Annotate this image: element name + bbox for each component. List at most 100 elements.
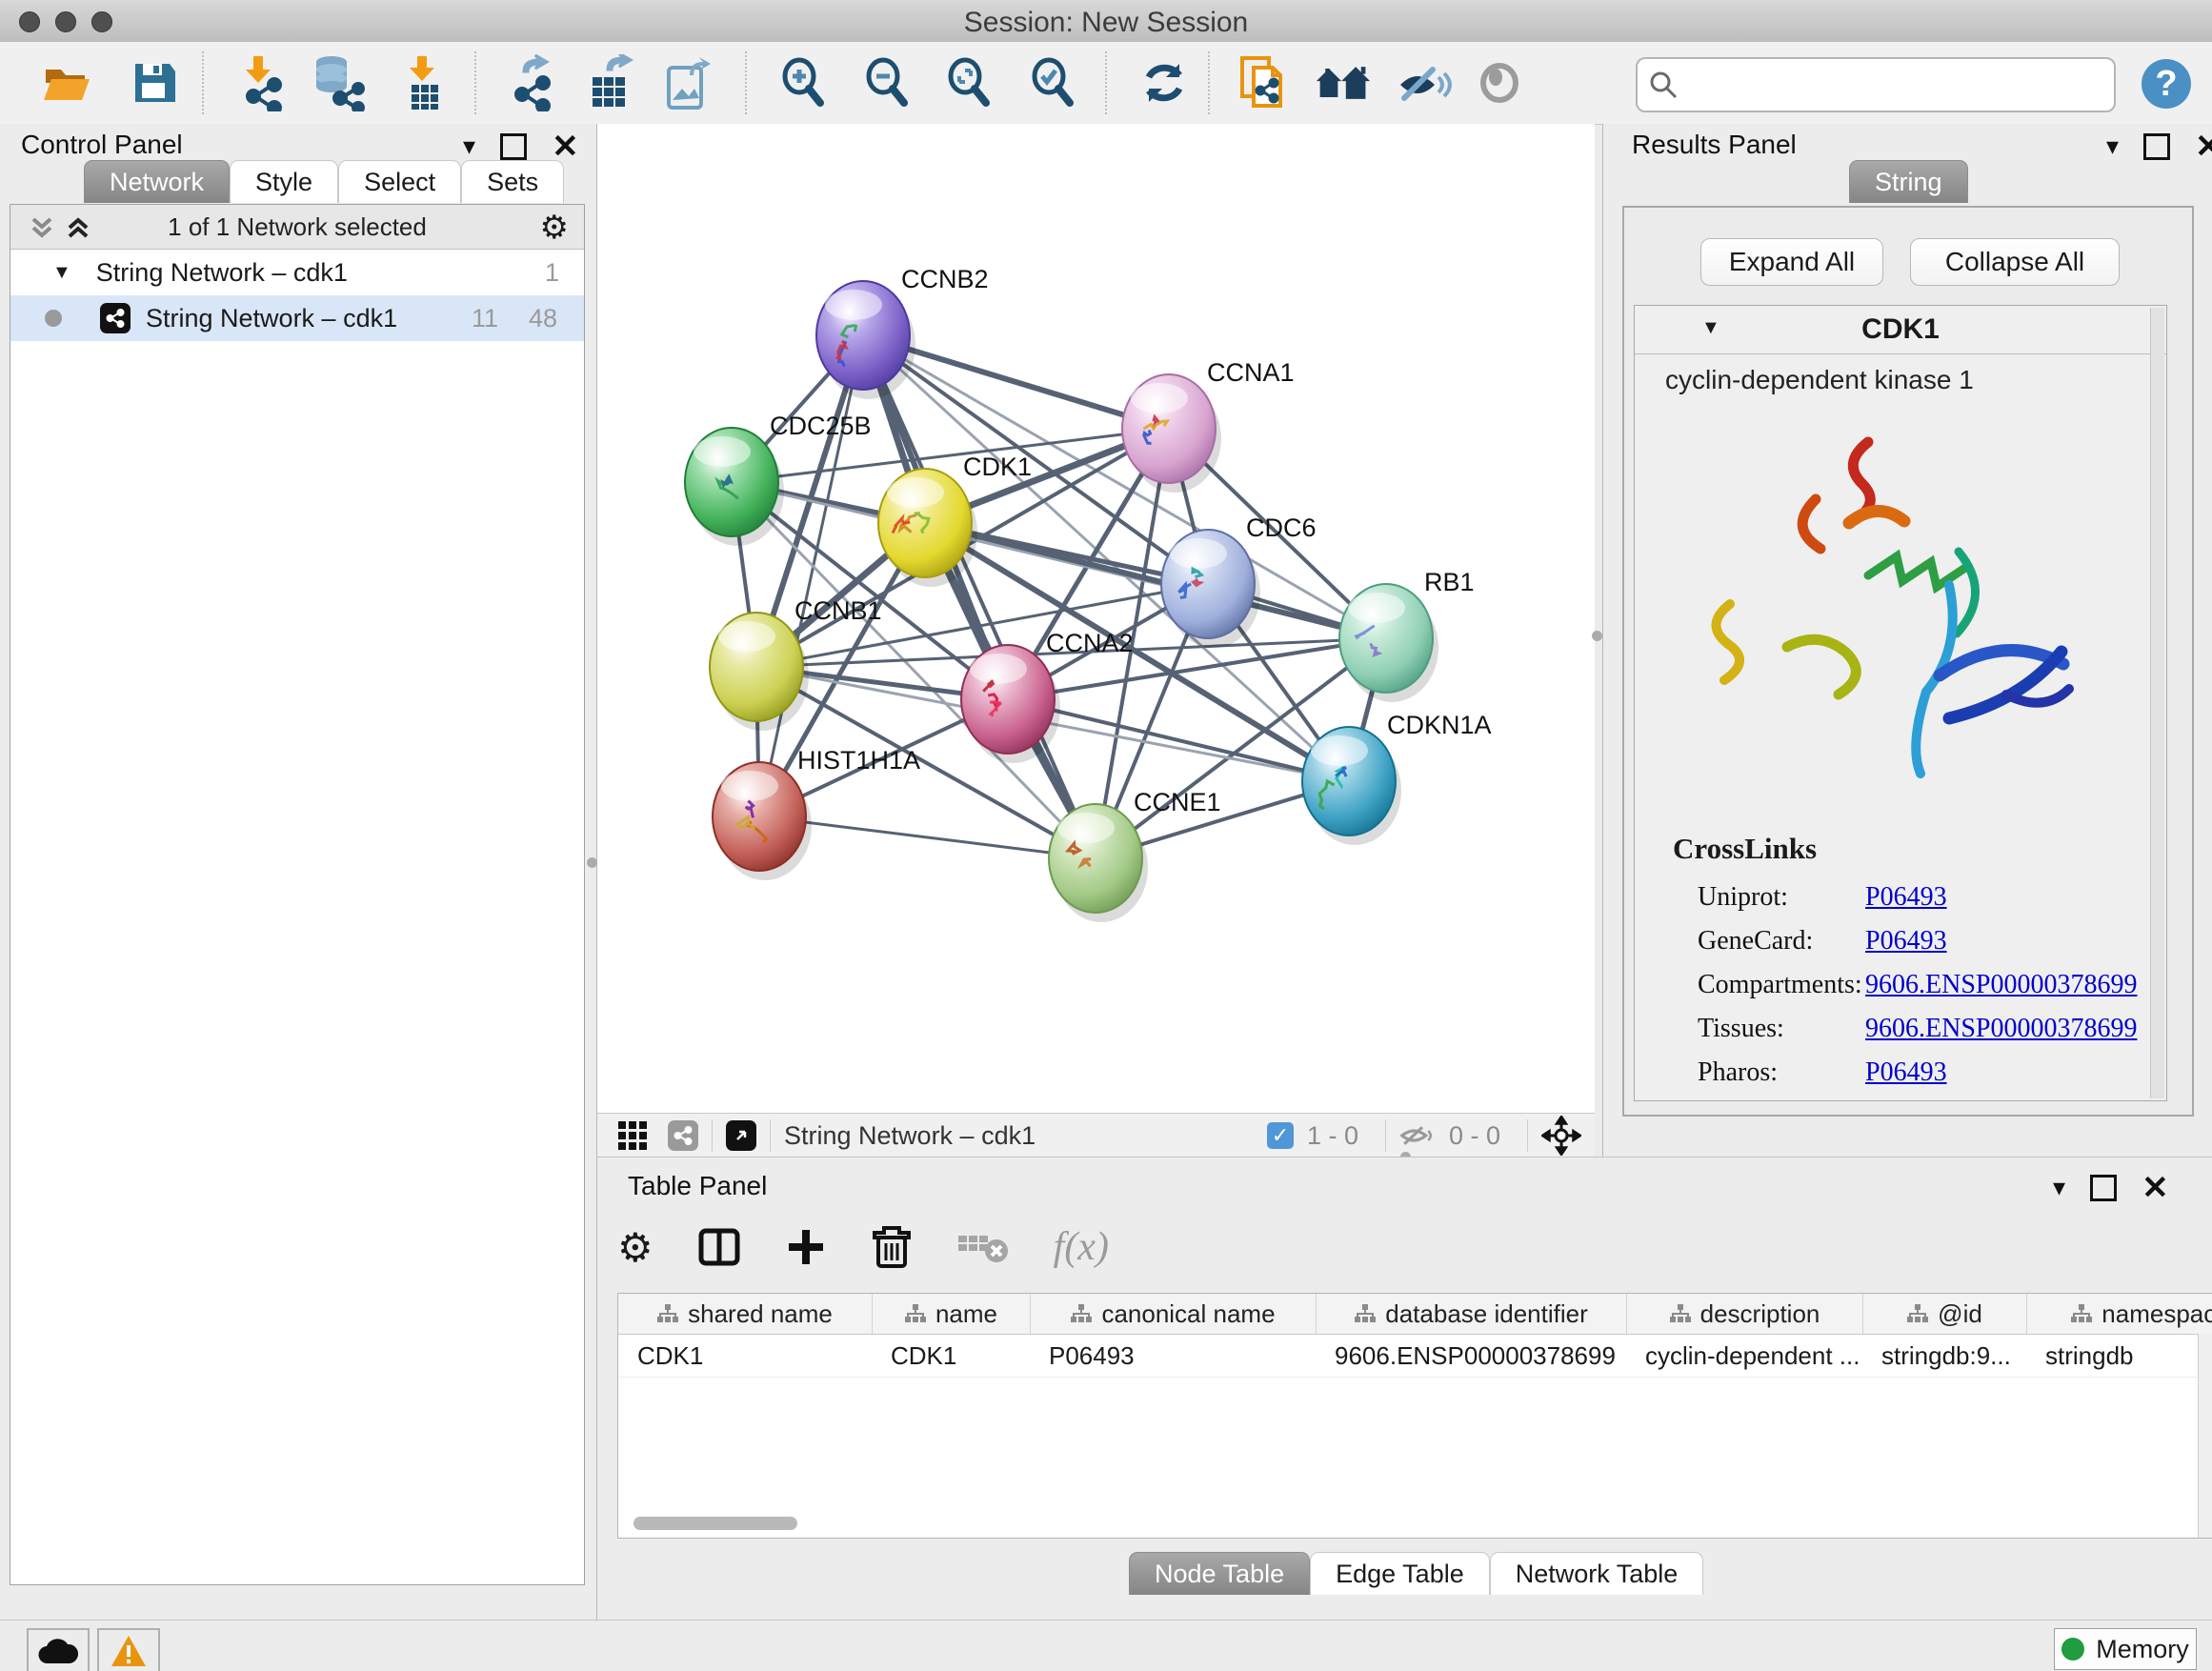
column-header-namespace[interactable]: namespace [2026,1294,2212,1334]
export-table-button[interactable] [583,54,640,111]
table-cell[interactable]: CDK1 [618,1335,872,1377]
open-session-button[interactable] [38,54,95,111]
crosslink-link[interactable]: P06493 [1865,1057,1947,1088]
hide-selected-button[interactable] [1397,54,1454,111]
column-header-canonical-name[interactable]: canonical name [1030,1294,1316,1334]
network-canvas[interactable]: CCNB2CCNA1CDC25BCDK1CDC6RB1CCNB1CCNA2CDK… [597,124,1595,1113]
zoom-out-button[interactable] [857,54,915,111]
tab-network-table[interactable]: Network Table [1490,1552,1704,1595]
tab-edge-table[interactable]: Edge Table [1310,1552,1490,1595]
table-cell[interactable]: stringdb:9... [1862,1335,2026,1377]
left-splitter-handle[interactable] [587,857,597,868]
maximize-panel-icon[interactable] [500,133,527,160]
detach-view-icon[interactable] [726,1120,756,1151]
clone-network-button[interactable] [1235,54,1292,111]
toolbar-search [1636,57,2116,112]
tab-select[interactable]: Select [338,160,461,203]
close-panel-icon[interactable]: ✕ [552,136,579,157]
network-node-ccnb2[interactable]: CCNB2 [816,265,989,399]
cdk1-section-header[interactable]: ▼ CDK1 [1635,306,2166,354]
column-header-description[interactable]: description [1626,1294,1862,1334]
network-edge[interactable] [863,335,1096,858]
collection-expand-icon[interactable]: ▼ [52,262,71,284]
node-table[interactable]: shared namenamecanonical namedatabase id… [617,1293,2212,1539]
main-toolbar: ? [0,42,2212,125]
search-input[interactable] [1689,70,2114,101]
network-node-ccna1[interactable]: CCNA1 [1122,358,1295,493]
refresh-view-button[interactable] [1136,54,1193,111]
maximize-panel-icon[interactable] [2143,133,2170,160]
tab-node-table[interactable]: Node Table [1129,1552,1310,1595]
delete-column-icon[interactable] [871,1224,913,1270]
crosslink-link[interactable]: P06493 [1865,926,1947,956]
birdseye-navigator-icon[interactable] [1541,1116,1581,1156]
crosslink-link[interactable]: 9606.ENSP00000378699 [1865,970,2137,1000]
float-panel-icon[interactable]: ▾ [2106,131,2119,161]
first-neighbors-button[interactable] [1315,54,1372,111]
network-edge[interactable] [925,523,1386,638]
network-node-cdkn1a[interactable]: CDKN1A [1302,711,1492,845]
tab-string[interactable]: String [1849,160,1968,203]
zoom-fit-button[interactable] [939,54,996,111]
help-button[interactable]: ? [2142,59,2191,109]
show-all-button[interactable] [1471,54,1528,111]
table-cell[interactable]: P06493 [1030,1335,1316,1377]
show-columns-icon[interactable] [697,1225,741,1269]
network-row[interactable]: String Network – cdk1 11 48 [10,295,584,341]
export-network-icon [503,54,560,111]
network-node-rb1[interactable]: RB1 [1339,568,1475,702]
network-view-icon[interactable] [668,1120,698,1151]
network-node-cdc25b[interactable]: CDC25B [685,412,872,546]
network-node-cdc6[interactable]: CDC6 [1161,513,1317,648]
export-network-button[interactable] [503,54,560,111]
import-network-file-button[interactable] [231,54,288,111]
crosslink-link[interactable]: 9606.ENSP00000378699 [1865,1014,2137,1044]
selected-checkbox-icon[interactable]: ✓ [1267,1122,1294,1149]
table-cell[interactable]: 9606.ENSP00000378699 [1316,1335,1626,1377]
crosslink-link[interactable]: P06493 [1865,882,1947,913]
column-header-shared-name[interactable]: shared name [618,1294,872,1334]
create-column-icon[interactable] [785,1226,827,1268]
float-panel-icon[interactable]: ▾ [2053,1173,2065,1202]
cloud-status-button[interactable] [27,1628,90,1671]
tab-style[interactable]: Style [230,160,338,203]
table-cell[interactable]: cyclin-dependent ... [1626,1335,1862,1377]
warning-icon [110,1634,148,1668]
results-scrollbar[interactable] [2150,308,2164,1098]
maximize-panel-icon[interactable] [2090,1175,2117,1201]
string-network-graph[interactable]: CCNB2CCNA1CDC25BCDK1CDC6RB1CCNB1CCNA2CDK… [597,124,1595,1113]
expand-all-button[interactable]: Expand All [1700,238,1883,286]
memory-button[interactable]: Memory [2054,1628,2197,1670]
table-vertical-scrollbar[interactable] [2198,1334,2212,1538]
close-panel-icon[interactable]: ✕ [2195,136,2212,157]
table-options-gear-icon[interactable]: ⚙ [617,1224,654,1271]
network-edge[interactable] [759,335,863,816]
node-label: CCNA2 [1046,629,1134,657]
zoom-in-button[interactable] [774,54,831,111]
table-cell[interactable]: stringdb [2026,1335,2212,1377]
column-header--id[interactable]: @id [1862,1294,2026,1334]
table-cell[interactable]: CDK1 [872,1335,1030,1377]
network-edge-count: 48 [529,304,557,333]
right-splitter-handle[interactable] [1592,631,1602,641]
table-row[interactable]: CDK1CDK1P064939606.ENSP00000378699cyclin… [618,1335,2212,1378]
table-horizontal-scrollbar[interactable] [633,1517,797,1530]
network-node-hist1h1a[interactable]: HIST1H1A [713,746,920,880]
tab-sets[interactable]: Sets [461,160,564,203]
column-header-database-identifier[interactable]: database identifier [1316,1294,1626,1334]
grid-view-icon[interactable] [616,1119,649,1152]
warning-status-button[interactable] [97,1628,160,1671]
zoom-selected-button[interactable] [1023,54,1080,111]
save-session-button[interactable] [126,54,183,111]
export-image-button[interactable] [661,54,718,111]
close-panel-icon[interactable]: ✕ [2142,1178,2169,1198]
import-network-database-button[interactable] [311,54,368,111]
tab-network[interactable]: Network [84,160,230,203]
toolbar-separator [1208,51,1210,114]
column-header-name[interactable]: name [872,1294,1030,1334]
import-table-file-button[interactable] [396,54,453,111]
collapse-all-button[interactable]: Collapse All [1910,238,2120,286]
network-options-gear-icon[interactable]: ⚙ [540,209,569,247]
float-panel-icon[interactable]: ▾ [463,131,475,161]
network-collection-row[interactable]: ▼ String Network – cdk1 1 [10,250,584,295]
